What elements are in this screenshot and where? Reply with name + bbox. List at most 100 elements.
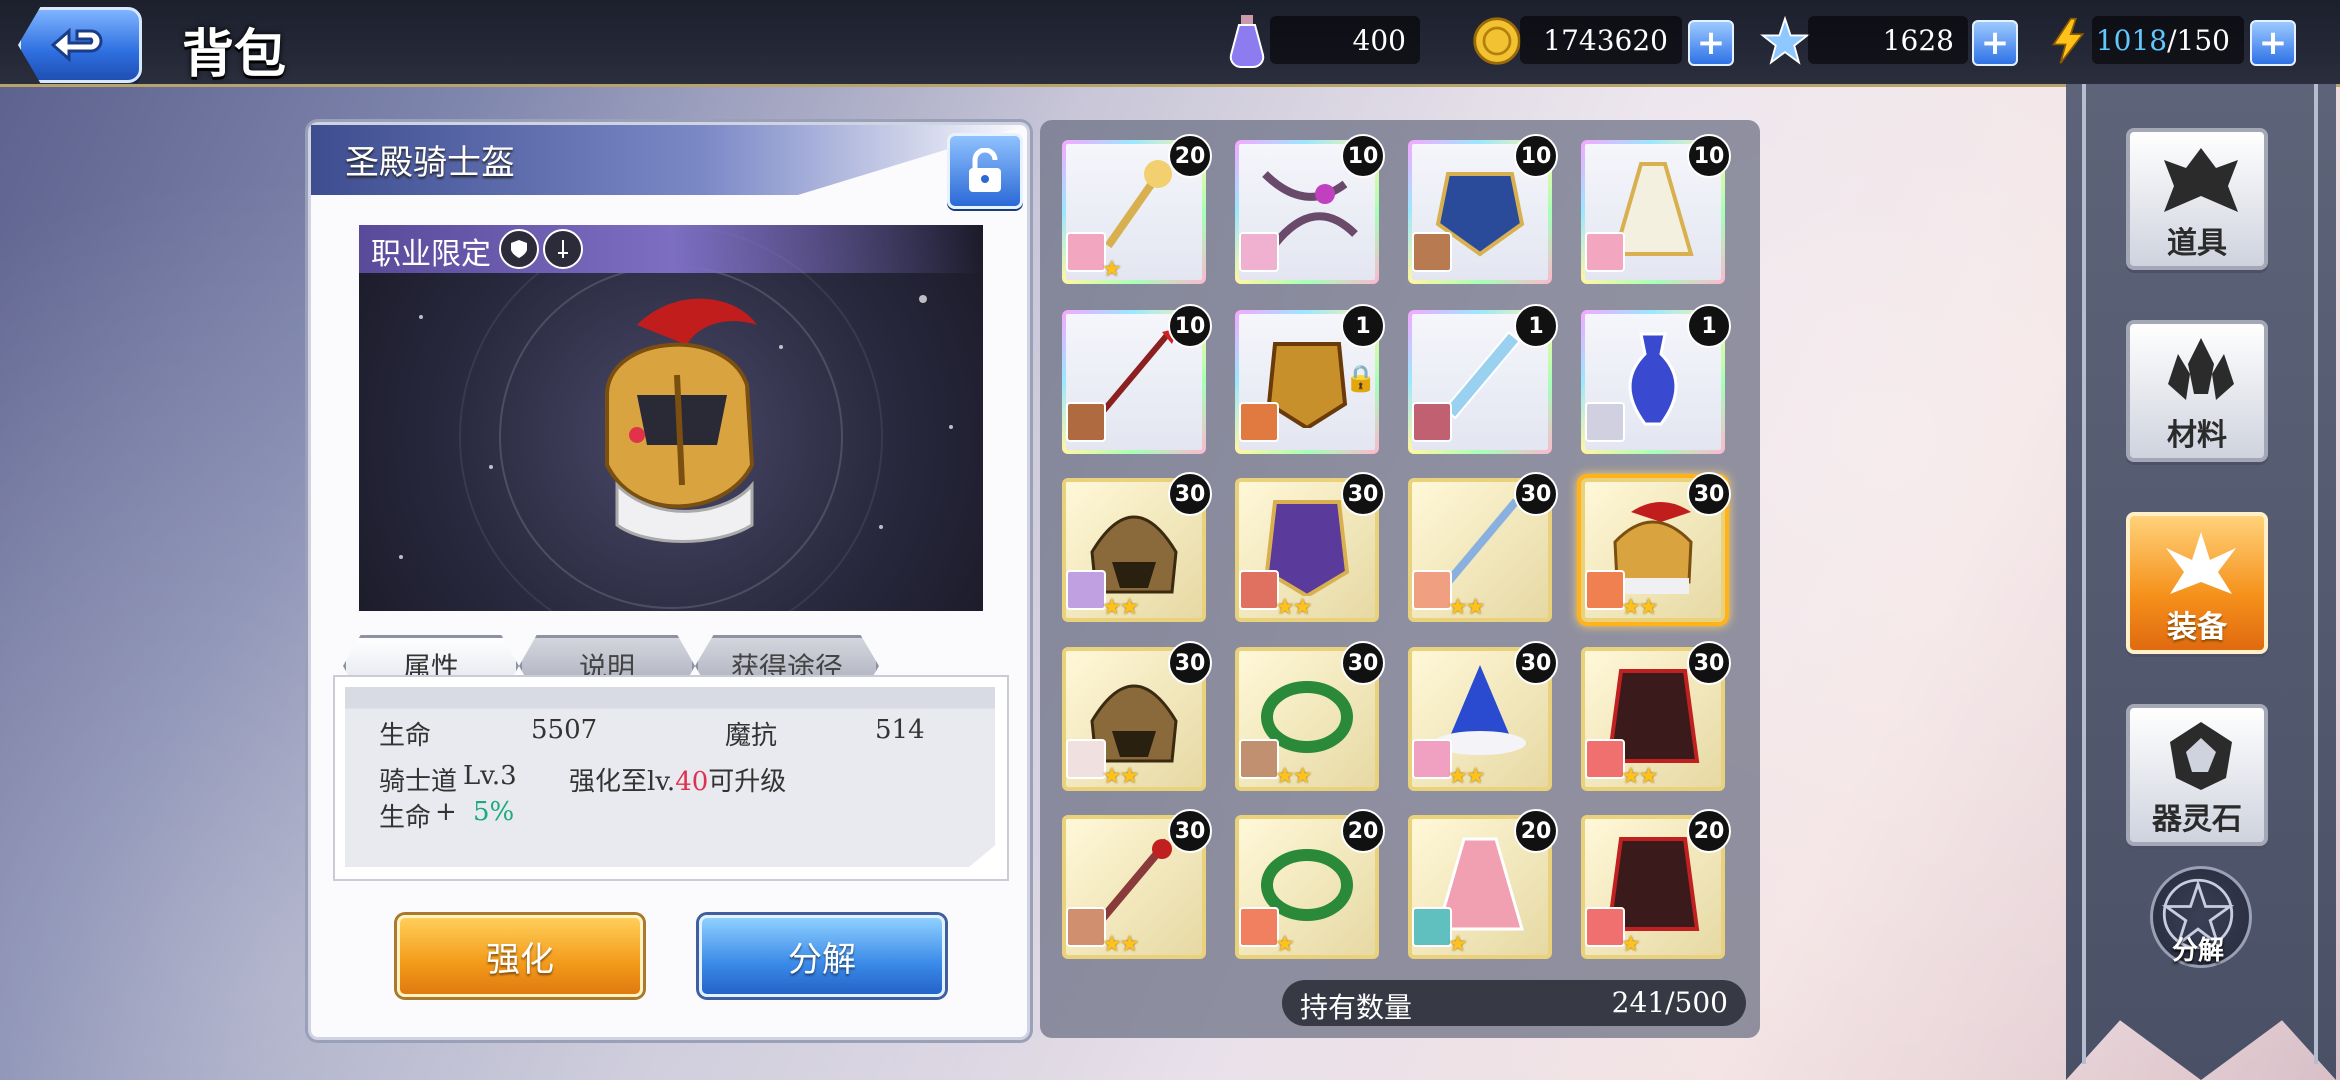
- add-gold-button[interactable]: +: [1688, 20, 1734, 66]
- inventory-count-bar: 持有数量 241/500: [1282, 980, 1746, 1026]
- inventory-item[interactable]: ★ 20: [1235, 809, 1385, 959]
- inventory-item[interactable]: ★ 20: [1062, 134, 1212, 284]
- inventory-item[interactable]: 10: [1581, 134, 1731, 284]
- inventory-item[interactable]: ★★ 30: [1062, 472, 1212, 622]
- star-rating: ★★: [1275, 595, 1312, 620]
- add-star-button[interactable]: +: [1972, 20, 2018, 66]
- back-button[interactable]: [18, 7, 142, 83]
- spirit-stone-icon: [2170, 722, 2232, 790]
- hero-avatar: [1412, 907, 1452, 947]
- item-count-badge: 30: [1514, 641, 1558, 685]
- item-count-badge: 10: [1687, 134, 1731, 178]
- energy-counter: 1018/150: [2092, 16, 2244, 64]
- hero-avatar: [1412, 232, 1452, 272]
- inventory-item[interactable]: 10: [1235, 134, 1385, 284]
- category-materials[interactable]: 材料: [2126, 320, 2268, 462]
- star-crystal-icon: [1756, 10, 1814, 72]
- star-rating: ★★: [1621, 595, 1658, 620]
- top-bar: 背包 400 1743620 + 1628 + 1018/150 +: [0, 0, 2340, 87]
- item-count-badge: 1: [1341, 304, 1385, 348]
- hero-avatar: [1066, 739, 1106, 779]
- item-count-badge: 30: [1687, 472, 1731, 516]
- category-spirit-stones-label: 器灵石: [2152, 802, 2242, 837]
- item-count-badge: 20: [1341, 809, 1385, 853]
- magic-resist-label: 魔抗: [725, 721, 778, 751]
- category-spirit-stones[interactable]: 器灵石: [2126, 704, 2268, 846]
- item-count-badge: 20: [1687, 809, 1731, 853]
- category-items-label: 道具: [2167, 226, 2227, 261]
- inventory-item[interactable]: ★★ 30: [1581, 472, 1731, 622]
- decompose-item-button[interactable]: 分解: [699, 915, 945, 997]
- unlock-icon: [969, 148, 1001, 192]
- inventory-item[interactable]: ★★ 30: [1408, 472, 1558, 622]
- item-count-badge: 1: [1514, 304, 1558, 348]
- gold-coin-icon: [1468, 10, 1526, 72]
- add-energy-button[interactable]: +: [2250, 20, 2296, 66]
- class-restriction-bar: 职业限定: [359, 225, 983, 273]
- inventory-item[interactable]: ★★ 30: [1062, 809, 1212, 959]
- class-restriction-label: 职业限定: [371, 237, 491, 272]
- item-count-badge: 30: [1168, 641, 1212, 685]
- star-rating: ★★: [1621, 764, 1658, 789]
- potion-icon: [1218, 10, 1276, 72]
- hero-avatar: [1239, 232, 1279, 272]
- hero-avatar: [1412, 739, 1452, 779]
- inventory-item[interactable]: 10: [1408, 134, 1558, 284]
- item-count-badge: 30: [1341, 641, 1385, 685]
- inventory-item[interactable]: ★ 20: [1581, 809, 1731, 959]
- count-value: 241/500: [1611, 986, 1728, 1019]
- item-preview: 职业限定: [359, 225, 983, 611]
- inventory-item[interactable]: ★★ 30: [1062, 641, 1212, 791]
- star-rating: ★★: [1448, 764, 1485, 789]
- item-name: 圣殿骑士盔: [345, 143, 515, 183]
- lily-icon: [2166, 532, 2236, 594]
- set-level: Lv.3: [463, 761, 517, 791]
- item-count-badge: 30: [1514, 472, 1558, 516]
- energy-max: /150: [2167, 23, 2230, 57]
- hero-avatar: [1066, 232, 1106, 272]
- shield-class-icon: [499, 229, 539, 269]
- back-arrow-icon: [50, 27, 103, 63]
- inventory-item[interactable]: ★★ 30: [1235, 472, 1385, 622]
- inventory-item[interactable]: 1: [1581, 304, 1731, 454]
- bulk-decompose-label: 分解: [2171, 936, 2224, 966]
- inventory-item[interactable]: 1: [1408, 304, 1558, 454]
- hp-label: 生命: [379, 721, 432, 751]
- templar-helmet-art: [605, 298, 757, 543]
- category-items[interactable]: 道具: [2126, 128, 2268, 270]
- inventory-item[interactable]: 1 🔒: [1235, 304, 1385, 454]
- lock-button[interactable]: [947, 133, 1023, 209]
- enhance-button[interactable]: 强化: [397, 915, 643, 997]
- item-detail-panel: 圣殿骑士盔 职业限定 属性 说明 获得途径 生命 5507 魔抗 514 骑士道…: [308, 122, 1030, 1040]
- star-counter: 1628: [1808, 16, 1968, 64]
- items-icon: [2164, 148, 2238, 212]
- star-rating: ★★: [1275, 764, 1312, 789]
- star-rating: ★★: [1102, 932, 1139, 957]
- inventory-item[interactable]: ★ 20: [1408, 809, 1558, 959]
- star-rating: ★★: [1102, 764, 1139, 789]
- star-rating: ★: [1621, 932, 1641, 957]
- inventory-item[interactable]: ★★ 30: [1235, 641, 1385, 791]
- hero-avatar: [1239, 570, 1279, 610]
- count-label: 持有数量: [1300, 991, 1413, 1024]
- inventory-item[interactable]: 10: [1062, 304, 1212, 454]
- star-rating: ★: [1102, 257, 1122, 282]
- upgrade-hint: 强化至lv.40可升级: [569, 767, 787, 797]
- hero-avatar: [1239, 739, 1279, 779]
- star-rating: ★★: [1102, 595, 1139, 620]
- inventory-item[interactable]: ★★ 30: [1408, 641, 1558, 791]
- lightning-icon: [2040, 10, 2098, 72]
- category-equipment[interactable]: 装备: [2126, 512, 2268, 654]
- item-count-badge: 10: [1514, 134, 1558, 178]
- sword-class-icon: [543, 229, 583, 269]
- item-count-badge: 30: [1168, 809, 1212, 853]
- hero-avatar: [1412, 402, 1452, 442]
- hero-avatar: [1066, 570, 1106, 610]
- item-count-badge: 30: [1168, 472, 1212, 516]
- inventory-item[interactable]: ★★ 30: [1581, 641, 1731, 791]
- category-equipment-label: 装备: [2167, 610, 2227, 645]
- hp-value: 5507: [531, 715, 598, 745]
- potion-counter: 400: [1270, 16, 1420, 64]
- hero-avatar: [1585, 907, 1625, 947]
- item-count-badge: 10: [1168, 304, 1212, 348]
